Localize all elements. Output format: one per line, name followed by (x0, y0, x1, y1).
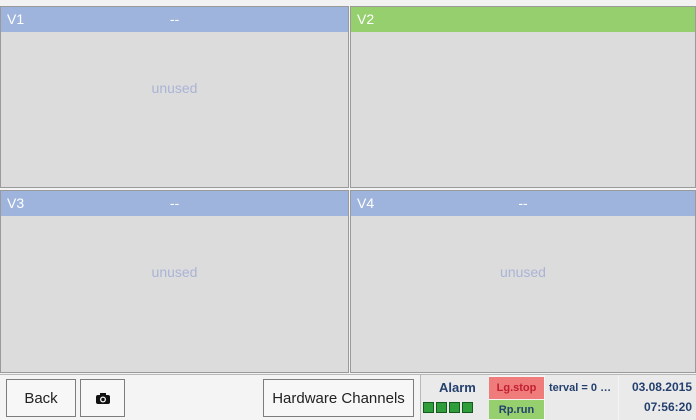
panel-v4-header: V4 -- (351, 191, 695, 216)
hardware-channels-label: Hardware Channels (272, 389, 405, 407)
date-text: 03.08.2015 (631, 380, 692, 394)
panel-v1-header: V1 -- (1, 7, 348, 32)
datetime-display: 03.08.2015 07:56:20 (619, 375, 696, 420)
panel-v1-status: unused (151, 80, 198, 96)
time-text: 07:56:20 (643, 400, 692, 414)
panel-v3-header: V3 -- (1, 191, 348, 216)
logger-status[interactable]: Lg.stop (489, 377, 544, 399)
hardware-channels-button[interactable]: Hardware Channels (263, 379, 414, 417)
camera-icon (95, 392, 110, 404)
panel-v1-value: -- (169, 11, 180, 27)
alarm-segment (462, 402, 473, 413)
alarm-label: Alarm (439, 380, 476, 395)
panel-v3-status: unused (151, 264, 198, 280)
alarm-segment (436, 402, 447, 413)
panel-v4[interactable]: V4 -- unused (350, 190, 696, 373)
interval-display: terval = 0 … (545, 375, 618, 420)
alarm-segment (449, 402, 460, 413)
panel-v3-body: unused (1, 216, 348, 372)
panel-v2-body (351, 32, 695, 187)
report-status-label: Rp.run (498, 403, 535, 416)
panel-v4-value: -- (518, 195, 528, 211)
panel-v3[interactable]: V3 -- unused (0, 190, 349, 373)
panel-v1-body: unused (1, 32, 348, 187)
interval-text: terval = 0 … (549, 382, 612, 394)
alarm-segment (423, 402, 434, 413)
logger-status-label: Lg.stop (496, 382, 537, 394)
panel-v4-status: unused (500, 264, 546, 280)
panel-v2-id: V2 (357, 11, 375, 27)
back-button-label: Back (24, 389, 58, 407)
alarm-segments (423, 402, 475, 416)
panel-v3-value: -- (169, 195, 180, 211)
alarm-indicator: Alarm (420, 375, 489, 420)
panel-v2[interactable]: V2 (350, 6, 696, 188)
panel-v2-header: V2 (351, 7, 695, 32)
screenshot-button[interactable] (80, 379, 125, 417)
bottom-toolbar: Back Hardware Channels Alarm Lg.stop Rp.… (0, 374, 696, 420)
panel-v1[interactable]: V1 -- unused (0, 6, 349, 188)
back-button[interactable]: Back (6, 379, 76, 417)
report-status[interactable]: Rp.run (489, 400, 544, 419)
panel-v4-body: unused (351, 216, 695, 372)
main-frame: V1 -- unused V2 V3 -- unused V4 -- unuse… (0, 0, 696, 420)
